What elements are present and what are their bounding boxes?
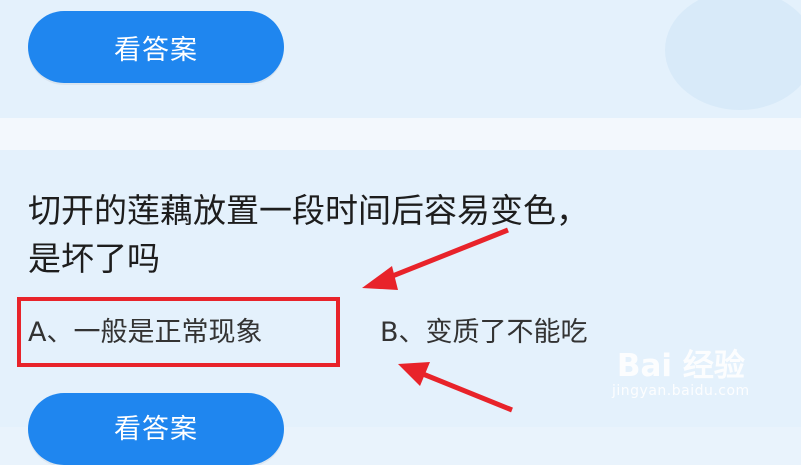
arrow-upper-head xyxy=(362,266,398,290)
arrow-lower xyxy=(417,369,513,413)
view-answer-button-bottom[interactable]: 看答案 xyxy=(28,393,284,465)
baidu-jingyan-watermark: Bai 经验 jingyan.baidu.com xyxy=(612,340,750,399)
watermark-url: jingyan.baidu.com xyxy=(612,383,750,399)
arrow-upper xyxy=(379,227,509,284)
watermark-brand: Bai 经验 xyxy=(616,348,745,384)
